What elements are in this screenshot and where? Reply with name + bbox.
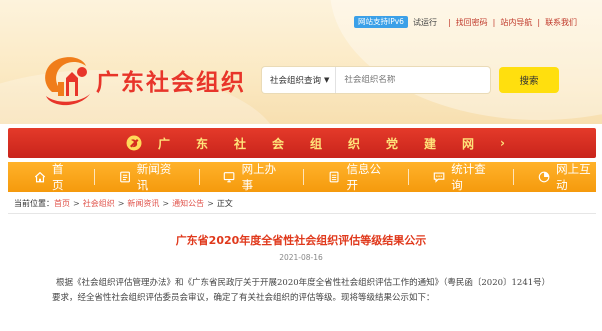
separator: | [537, 17, 541, 27]
search-button[interactable]: 搜索 [499, 67, 559, 93]
site-nav-link[interactable]: 站内导航 [500, 17, 532, 28]
breadcrumb: 当前位置： 首页 > 社会组织 > 新闻资讯 > 通知公告 > 正文 [14, 198, 233, 209]
breadcrumb-prefix: 当前位置： [14, 199, 54, 208]
nav-item-news[interactable]: 新闻资讯 [119, 162, 177, 192]
nav-item-label: 统计查询 [451, 162, 486, 192]
chat-icon [433, 172, 445, 183]
divider [8, 213, 596, 214]
party-emblem-icon [126, 135, 142, 151]
nav-divider [408, 169, 410, 185]
banner-char: 党 [386, 136, 399, 151]
nav-item-label: 信息公开 [346, 162, 381, 192]
site-logo[interactable] [38, 52, 100, 108]
breadcrumb-separator: > [73, 199, 80, 208]
pie-chart-icon [538, 171, 550, 183]
monitor-icon [224, 172, 235, 183]
breadcrumb-separator: > [207, 199, 214, 208]
search-category-label: 社会组织查询 [270, 76, 322, 86]
top-utility-bar: 网站支持IPv6 试运行 | 找回密码 | 站内导航 | 联系我们 [354, 15, 577, 29]
nav-item-online-interaction[interactable]: 网上互动 [538, 162, 596, 192]
breadcrumb-notices[interactable]: 通知公告 [172, 198, 204, 209]
nav-divider [198, 169, 200, 185]
nav-item-info-disclosure[interactable]: 信息公开 [328, 162, 386, 192]
article-title: 广东省2020年度全省性社会组织评估等级结果公示 [175, 234, 427, 247]
news-icon [119, 171, 130, 183]
nav-divider [513, 169, 515, 185]
main-nav: 首页 新闻资讯 网上办事 信息公开 统计查询 网上互动 [8, 162, 596, 192]
ipv6-badge: 网站支持IPv6 [354, 16, 408, 28]
banner-char: 组 [310, 136, 323, 151]
banner-char: 社 [234, 136, 247, 151]
party-building-banner[interactable]: 广 东 社 会 组 织 党 建 网 › [8, 128, 596, 158]
search-input[interactable] [336, 75, 477, 85]
nav-divider [93, 169, 95, 185]
banner-char: 会 [272, 136, 285, 151]
nav-item-label: 新闻资讯 [136, 162, 172, 192]
breadcrumb-news[interactable]: 新闻资讯 [127, 198, 159, 209]
document-icon [329, 171, 339, 183]
banner-text: 广 东 社 会 组 织 党 建 网 › [158, 128, 505, 158]
separator: | [447, 17, 451, 27]
banner-char: 东 [196, 136, 209, 151]
find-password-link[interactable]: 找回密码 [456, 17, 488, 28]
contact-us-link[interactable]: 联系我们 [545, 17, 577, 28]
article-body: 根据《社会组织评估管理办法》和《广东省民政厅关于开展2020年度全省性社会组织评… [52, 278, 551, 303]
banner-char: 广 [158, 136, 171, 151]
nav-item-label: 首页 [52, 162, 64, 192]
home-icon [34, 171, 46, 183]
nav-divider [303, 169, 305, 185]
caret-down-icon: ▼ [324, 76, 330, 84]
chevron-right-icon: › [500, 136, 505, 150]
search-box: 社会组织查询 ▼ [262, 67, 490, 93]
banner-char: 建 [424, 136, 437, 151]
breadcrumb-current: 正文 [216, 199, 233, 208]
site-title[interactable]: 广东社会组织 [96, 63, 246, 97]
search-category-select[interactable]: 社会组织查询 ▼ [262, 67, 337, 93]
breadcrumb-home[interactable]: 首页 [54, 198, 70, 209]
breadcrumb-separator: > [117, 199, 125, 208]
nav-item-statistics[interactable]: 统计查询 [433, 162, 491, 192]
nav-item-label: 网上办事 [241, 162, 277, 192]
trial-label: 试运行 [412, 17, 437, 27]
nav-item-label: 网上互动 [556, 162, 591, 192]
breadcrumb-separator: > [162, 199, 170, 208]
separator: | [492, 17, 496, 27]
article-date: 2021-08-16 [279, 253, 323, 262]
banner-char: 网 [462, 136, 475, 151]
breadcrumb-social-org[interactable]: 社会组织 [83, 198, 115, 209]
nav-item-online-service[interactable]: 网上办事 [223, 162, 281, 192]
banner-char: 织 [348, 136, 361, 151]
nav-item-home[interactable]: 首页 [34, 162, 72, 192]
